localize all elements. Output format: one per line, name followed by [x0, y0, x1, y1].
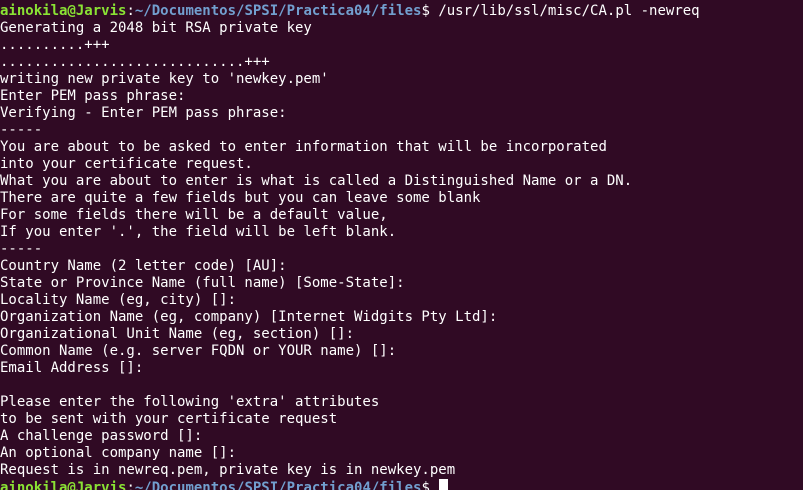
output-line: Organizational Unit Name (eg, section) […	[0, 326, 355, 342]
output-line: Country Name (2 letter code) [AU]:	[0, 258, 287, 274]
output-line: ..........+++	[0, 37, 110, 53]
prompt-user-host: ainokila@Jarvis	[0, 3, 127, 19]
output-line: to be sent with your certificate request	[0, 411, 338, 427]
prompt-separator: :	[126, 3, 135, 19]
output-line: If you enter '.', the field will be left…	[0, 224, 397, 240]
output-line: Locality Name (eg, city) []:	[0, 292, 237, 308]
output-line: into your certificate request.	[0, 156, 253, 172]
command-text: /usr/lib/ssl/misc/CA.pl -newreq	[438, 3, 700, 19]
output-line: Please enter the following 'extra' attri…	[0, 394, 380, 410]
prompt-line: ainokila@Jarvis:~/Documentos/SPSI/Practi…	[0, 479, 700, 490]
output-line: A challenge password []:	[0, 428, 203, 444]
output-line: Generating a 2048 bit RSA private key	[0, 20, 312, 36]
prompt-path: ~/Documentos/SPSI/Practica04/files	[134, 480, 422, 490]
output-line: -----	[0, 241, 43, 257]
output-line: What you are about to enter is what is c…	[0, 173, 633, 189]
output-line: An optional company name []:	[0, 445, 237, 461]
output-line: Enter PEM pass phrase:	[0, 88, 186, 104]
output-line: For some fields there will be a default …	[0, 207, 388, 223]
prompt-separator: :	[126, 480, 135, 490]
terminal-content: ainokila@Jarvis:~/Documentos/SPSI/Practi…	[0, 3, 700, 490]
output-line: Request is in newreq.pem, private key is…	[0, 462, 456, 478]
prompt-line: ainokila@Jarvis:~/Documentos/SPSI/Practi…	[0, 3, 700, 20]
output-line: Email Address []:	[0, 360, 144, 376]
output-line: writing new private key to 'newkey.pem'	[0, 71, 329, 87]
output-line: -----	[0, 122, 43, 138]
output-line: Common Name (e.g. server FQDN or YOUR na…	[0, 343, 397, 359]
output-line: .............................+++	[0, 54, 270, 70]
prompt-path: ~/Documentos/SPSI/Practica04/files	[134, 3, 422, 19]
prompt-symbol: $	[421, 3, 439, 19]
text-cursor	[439, 479, 449, 490]
prompt-symbol: $	[421, 480, 439, 490]
prompt-user-host: ainokila@Jarvis	[0, 480, 127, 490]
output-line: You are about to be asked to enter infor…	[0, 139, 607, 155]
output-line: There are quite a few fields but you can…	[0, 190, 481, 206]
terminal-window[interactable]: ainokila@Jarvis:~/Documentos/SPSI/Practi…	[0, 0, 803, 490]
output-line: Organization Name (eg, company) [Interne…	[0, 309, 498, 325]
output-line: State or Province Name (full name) [Some…	[0, 275, 405, 291]
output-line: Verifying - Enter PEM pass phrase:	[0, 105, 287, 121]
